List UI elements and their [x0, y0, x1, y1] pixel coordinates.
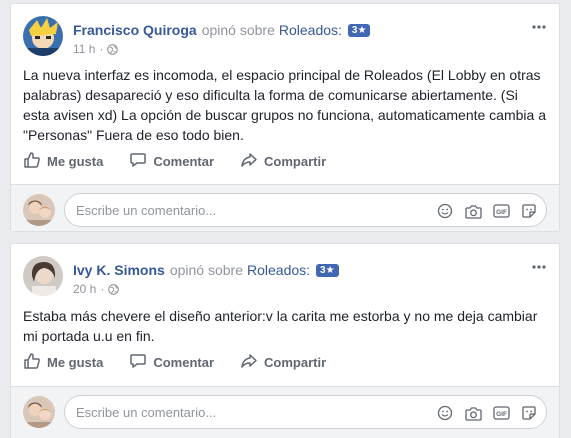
sticker-icon[interactable] — [520, 404, 538, 422]
post-header: Ivy K. Simons opinó sobre Roleados: 3★ 2… — [23, 256, 339, 296]
comment-label: Comentar — [153, 354, 215, 370]
comment-placeholder: Escribe un comentario... — [76, 203, 217, 218]
post-timestamp[interactable]: 11 h — [73, 42, 95, 56]
share-icon — [240, 352, 264, 373]
comment-composer: Escribe un comentario... GIF — [11, 184, 559, 231]
separator-dot: · — [99, 42, 104, 56]
author-avatar[interactable] — [23, 256, 63, 296]
sticker-icon[interactable] — [520, 202, 538, 220]
share-label: Compartir — [264, 354, 327, 370]
comment-icon — [129, 352, 153, 373]
current-user-avatar — [23, 194, 55, 226]
comment-button[interactable]: Comentar — [129, 151, 214, 172]
emoji-icon[interactable] — [436, 404, 454, 422]
comment-composer: Escribe un comentario... GIF — [11, 386, 559, 438]
comment-label: Comentar — [153, 153, 215, 169]
like-icon — [23, 352, 47, 373]
globe-icon — [108, 283, 120, 295]
share-icon — [240, 151, 264, 172]
camera-icon[interactable] — [464, 404, 482, 422]
post-text: La nueva interfaz es incomoda, el espaci… — [23, 67, 546, 143]
like-label: Me gusta — [47, 354, 104, 370]
rating-badge: 3★ — [347, 23, 371, 37]
author-avatar[interactable] — [23, 16, 63, 56]
current-user-avatar — [23, 396, 55, 428]
group-link[interactable]: Roleados: — [247, 261, 310, 279]
gif-icon[interactable]: GIF — [492, 404, 510, 422]
more-options-icon[interactable] — [531, 258, 547, 269]
gif-label: GIF — [496, 209, 507, 216]
rating-badge: 3★ — [316, 263, 339, 277]
post-verb: opinó sobre — [169, 262, 243, 278]
author-name[interactable]: Francisco Quiroga — [73, 21, 197, 39]
share-label: Compartir — [264, 153, 327, 169]
emoji-icon[interactable] — [436, 202, 454, 220]
post-text: Estaba más chevere el diseño anterior:v … — [23, 308, 538, 344]
author-name[interactable]: Ivy K. Simons — [73, 261, 165, 279]
more-options-icon[interactable] — [531, 18, 547, 29]
post-header: Francisco Quiroga opinó sobre Roleados: … — [23, 16, 371, 56]
post-card: Francisco Quiroga opinó sobre Roleados: … — [10, 3, 560, 232]
gif-label: GIF — [496, 411, 507, 418]
camera-icon[interactable] — [464, 202, 482, 220]
like-button[interactable]: Me gusta — [23, 352, 103, 373]
comment-input[interactable]: Escribe un comentario... GIF — [64, 395, 547, 429]
like-icon — [23, 151, 47, 172]
share-button[interactable]: Compartir — [240, 352, 326, 373]
comment-input[interactable]: Escribe un comentario... GIF — [64, 193, 547, 227]
comment-button[interactable]: Comentar — [129, 352, 214, 373]
post-timestamp[interactable]: 20 h — [73, 282, 96, 296]
comment-placeholder: Escribe un comentario... — [76, 405, 217, 420]
like-button[interactable]: Me gusta — [23, 151, 103, 172]
post-card: Ivy K. Simons opinó sobre Roleados: 3★ 2… — [10, 243, 560, 438]
globe-icon — [107, 43, 119, 55]
post-actions: Me gusta Comentar Compartir — [23, 348, 547, 376]
post-actions: Me gusta Comentar Compartir — [23, 147, 547, 175]
post-verb: opinó sobre — [201, 22, 275, 38]
like-label: Me gusta — [47, 153, 104, 169]
separator-dot: · — [100, 282, 105, 296]
share-button[interactable]: Compartir — [240, 151, 326, 172]
group-link[interactable]: Roleados: — [279, 21, 342, 39]
comment-icon — [129, 151, 153, 172]
gif-icon[interactable]: GIF — [492, 202, 510, 220]
